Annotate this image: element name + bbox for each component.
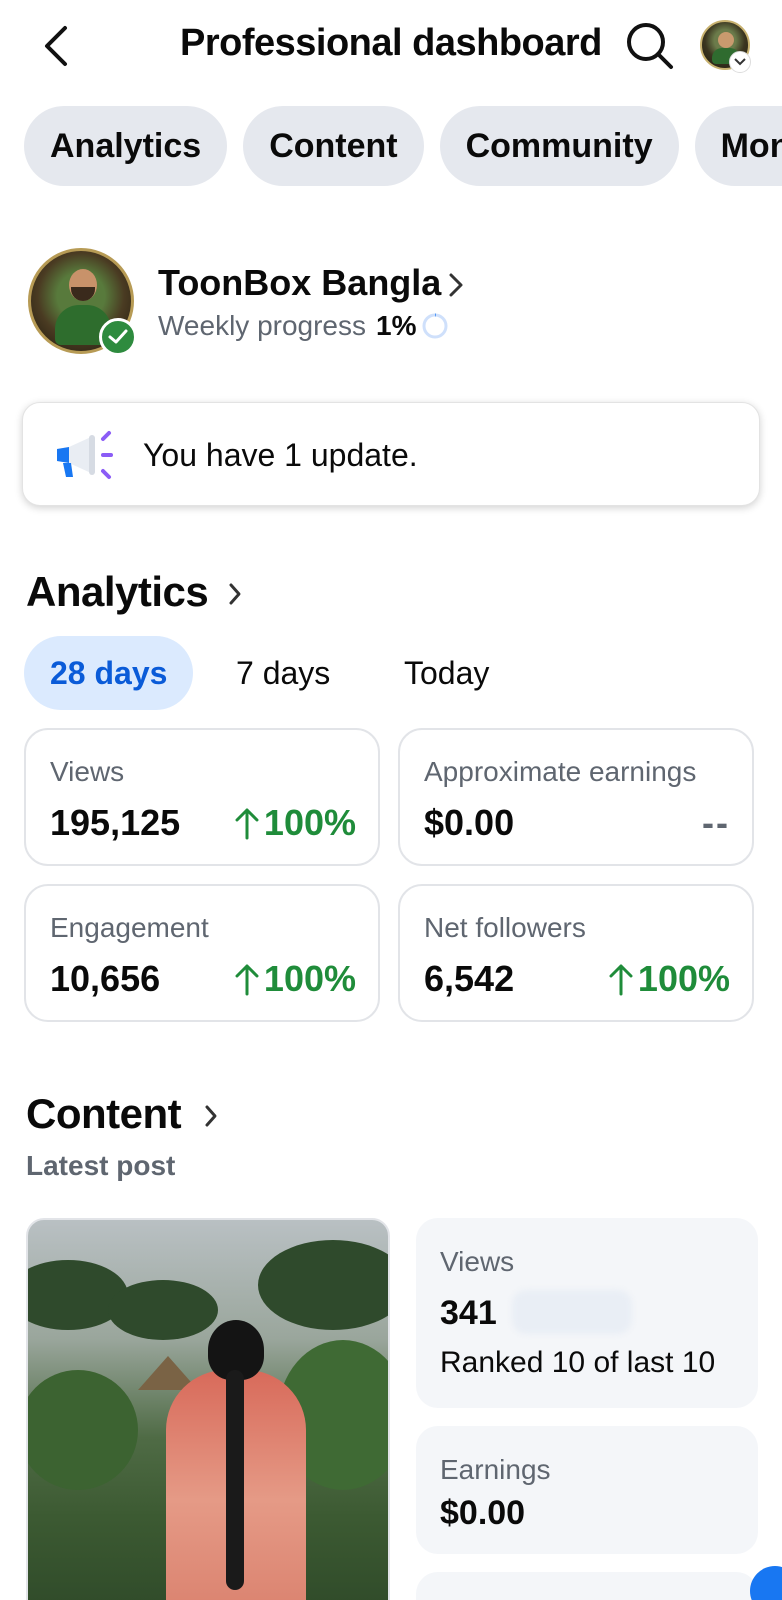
- metric-change: 100%: [608, 958, 730, 1000]
- search-button[interactable]: [624, 20, 676, 72]
- chat-bubble-icon[interactable]: [750, 1566, 782, 1600]
- chevron-right-icon[interactable]: [448, 272, 464, 298]
- tab-analytics[interactable]: Analytics: [24, 106, 228, 186]
- metric-label: Engagement: [50, 912, 209, 943]
- metric-change: 100%: [234, 958, 356, 1000]
- verified-check-icon: [99, 318, 137, 356]
- weekly-progress-value: 1%: [376, 310, 417, 341]
- metric-change-value: --: [702, 802, 730, 843]
- tab-community[interactable]: Community: [439, 106, 679, 186]
- tab-monetization[interactable]: Monet: [694, 106, 782, 186]
- tab-content[interactable]: Content: [243, 106, 424, 186]
- metric-value: 195,125: [50, 802, 181, 843]
- views-label: Views: [440, 1246, 515, 1277]
- search-icon: [627, 23, 673, 69]
- weekly-progress-label: Weekly progress: [158, 310, 367, 341]
- metric-value: 6,542: [424, 958, 515, 999]
- account-switcher-chevron-icon[interactable]: [729, 51, 751, 73]
- period-today[interactable]: Today: [404, 636, 489, 710]
- metric-label: Net followers: [424, 912, 586, 943]
- blurred-change: [512, 1290, 632, 1334]
- latest-post-earnings-card[interactable]: Earnings $0.00: [416, 1426, 758, 1554]
- page-title: Professional dashboard: [180, 22, 602, 64]
- metric-card-earnings[interactable]: Approximate earnings $0.00 --: [398, 728, 754, 866]
- metric-label: Approximate earnings: [424, 756, 697, 787]
- back-button[interactable]: [36, 22, 76, 70]
- analytics-heading[interactable]: Analytics: [26, 568, 209, 616]
- chevron-left-icon: [45, 26, 67, 66]
- latest-post-next-card[interactable]: [416, 1572, 758, 1600]
- profile-name[interactable]: ToonBox Bangla: [158, 262, 441, 304]
- top-bar: Professional dashboard: [0, 0, 782, 92]
- update-text: You have 1 update.: [143, 437, 418, 473]
- views-value: 341: [440, 1294, 497, 1332]
- progress-ring-icon: [422, 313, 448, 339]
- latest-post-label: Latest post: [26, 1150, 176, 1181]
- metric-label: Views: [50, 756, 125, 787]
- metric-change: 100%: [234, 802, 356, 844]
- metric-value: $0.00: [424, 802, 515, 843]
- metric-card-net-followers[interactable]: Net followers 6,542 100%: [398, 884, 754, 1022]
- update-banner[interactable]: You have 1 update.: [22, 402, 760, 506]
- arrow-up-icon: [235, 964, 259, 996]
- earnings-value: $0.00: [440, 1494, 526, 1532]
- metric-change-value: 100%: [637, 958, 730, 999]
- arrow-up-icon: [235, 808, 259, 840]
- latest-post-views-card[interactable]: Views 341 Ranked 10 of last 10: [416, 1218, 758, 1408]
- metric-change: --: [702, 802, 730, 844]
- megaphone-icon: [57, 431, 113, 479]
- weekly-progress: Weekly progress 1%: [158, 310, 448, 342]
- metric-card-engagement[interactable]: Engagement 10,656 100%: [24, 884, 380, 1022]
- metric-change-value: 100%: [263, 802, 356, 843]
- earnings-label: Earnings: [440, 1454, 551, 1485]
- content-heading[interactable]: Content: [26, 1090, 182, 1138]
- period-7-days[interactable]: 7 days: [236, 636, 330, 710]
- latest-post-thumbnail[interactable]: [26, 1218, 390, 1600]
- metric-card-views[interactable]: Views 195,125 100%: [24, 728, 380, 866]
- metric-change-value: 100%: [263, 958, 356, 999]
- arrow-up-icon: [609, 964, 633, 996]
- metric-value: 10,656: [50, 958, 161, 999]
- period-28-days[interactable]: 28 days: [24, 636, 194, 710]
- tab-bar: AnalyticsContentCommunityMonet: [24, 106, 782, 188]
- chevron-right-icon[interactable]: [204, 1104, 218, 1128]
- chevron-right-icon[interactable]: [228, 582, 242, 606]
- rank-text: Ranked 10 of last 10: [440, 1346, 716, 1379]
